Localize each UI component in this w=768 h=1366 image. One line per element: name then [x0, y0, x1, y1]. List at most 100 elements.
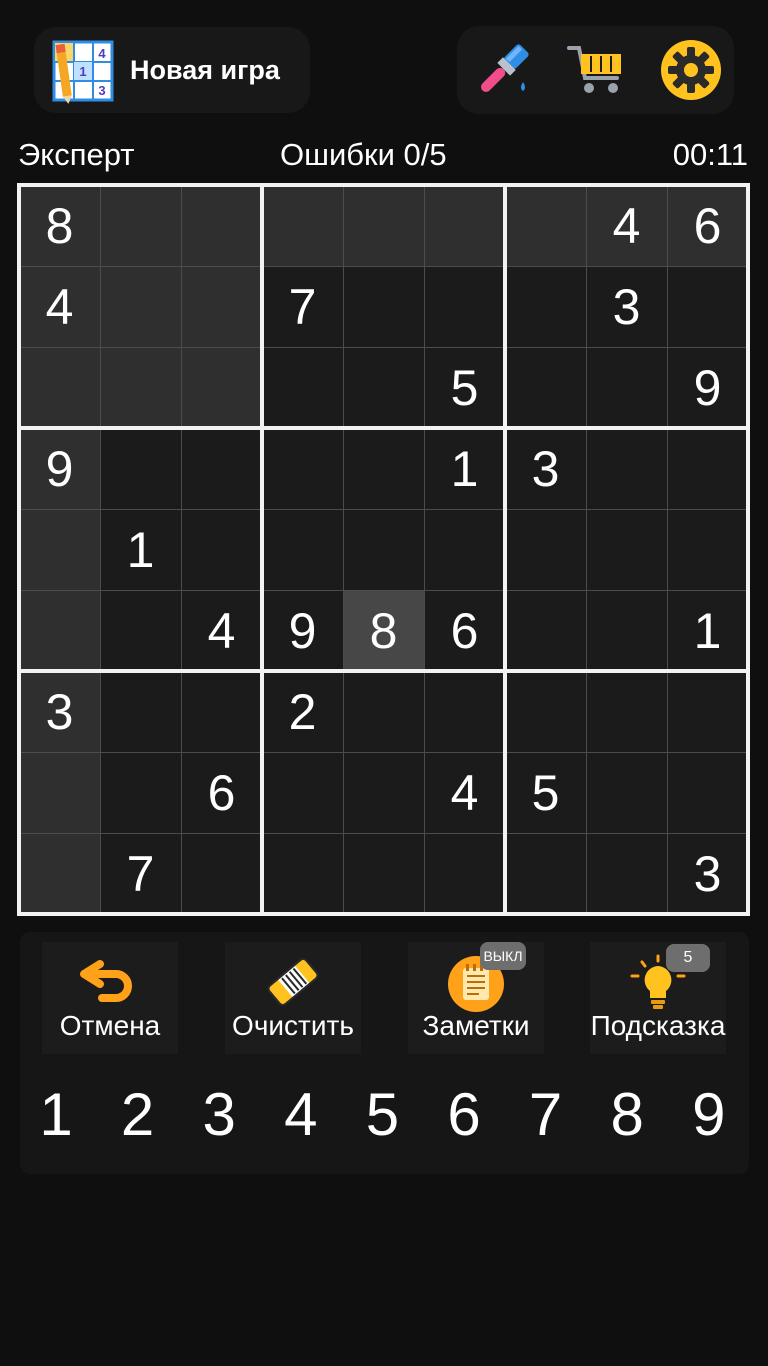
board-cell[interactable] [262, 428, 343, 509]
hint-button[interactable]: 5 Подсказка [590, 942, 726, 1054]
board-cell[interactable] [181, 347, 262, 428]
numpad-digit-1[interactable]: 1 [26, 1082, 86, 1148]
board-cell[interactable] [100, 590, 181, 671]
board-cell[interactable] [667, 509, 748, 590]
board-cell[interactable] [262, 347, 343, 428]
board-cell[interactable] [19, 590, 100, 671]
board-cell[interactable] [667, 671, 748, 752]
board-cell[interactable] [424, 671, 505, 752]
board-cell[interactable]: 4 [586, 185, 667, 266]
board-cell[interactable]: 9 [19, 428, 100, 509]
board-cell[interactable] [343, 833, 424, 914]
board-cell[interactable]: 3 [505, 428, 586, 509]
board-cell[interactable] [586, 347, 667, 428]
board-cell[interactable] [181, 509, 262, 590]
board-cell[interactable]: 3 [19, 671, 100, 752]
sudoku-board: 846473599131498613264573 [17, 183, 750, 916]
board-cell[interactable] [100, 347, 181, 428]
board-cell[interactable] [343, 266, 424, 347]
board-cell[interactable] [586, 509, 667, 590]
numpad-digit-6[interactable]: 6 [434, 1082, 494, 1148]
board-cell[interactable] [181, 185, 262, 266]
board-cell[interactable] [505, 671, 586, 752]
board-cell[interactable]: 4 [19, 266, 100, 347]
board-cell[interactable] [262, 833, 343, 914]
board-cell[interactable] [181, 833, 262, 914]
board-cell[interactable] [181, 671, 262, 752]
board-cell[interactable] [505, 347, 586, 428]
board-cell[interactable]: 9 [667, 347, 748, 428]
board-cell[interactable] [100, 671, 181, 752]
board-cell[interactable]: 7 [100, 833, 181, 914]
board-cell[interactable] [424, 185, 505, 266]
notes-button[interactable]: ВЫКЛ Заметки [408, 942, 544, 1054]
numpad-digit-5[interactable]: 5 [352, 1082, 412, 1148]
numpad-digit-7[interactable]: 7 [516, 1082, 576, 1148]
board-cell[interactable] [505, 590, 586, 671]
board-cell[interactable]: 1 [100, 509, 181, 590]
board-cell[interactable] [19, 752, 100, 833]
board-cell[interactable] [667, 266, 748, 347]
board-cell[interactable] [343, 509, 424, 590]
mistakes-counter: Ошибки 0/5 [280, 137, 447, 172]
shopping-cart-icon[interactable] [565, 38, 629, 102]
numpad-digit-2[interactable]: 2 [108, 1082, 168, 1148]
board-cell[interactable] [586, 428, 667, 509]
board-cell[interactable]: 5 [424, 347, 505, 428]
new-game-button[interactable]: 4 1 3 Новая игра [34, 27, 310, 113]
board-cell[interactable] [262, 509, 343, 590]
numpad-digit-4[interactable]: 4 [271, 1082, 331, 1148]
board-cell[interactable] [343, 428, 424, 509]
board-cell[interactable] [505, 509, 586, 590]
board-cell[interactable] [343, 185, 424, 266]
board-cell[interactable] [586, 752, 667, 833]
paintbrush-icon[interactable] [471, 38, 535, 102]
board-cell[interactable] [505, 266, 586, 347]
board-cell[interactable] [181, 266, 262, 347]
board-cell[interactable]: 7 [262, 266, 343, 347]
board-cell[interactable]: 6 [181, 752, 262, 833]
board-cell[interactable] [100, 428, 181, 509]
board-cell[interactable]: 5 [505, 752, 586, 833]
board-cell[interactable]: 1 [424, 428, 505, 509]
board-cell[interactable] [262, 185, 343, 266]
board-cell[interactable]: 8 [19, 185, 100, 266]
board-cell[interactable]: 3 [586, 266, 667, 347]
board-cell[interactable] [19, 347, 100, 428]
erase-button[interactable]: Очистить [225, 942, 361, 1054]
board-cell[interactable] [586, 590, 667, 671]
board-cell[interactable] [262, 752, 343, 833]
board-cell[interactable]: 6 [667, 185, 748, 266]
board-cell[interactable] [424, 509, 505, 590]
board-cell[interactable]: 3 [667, 833, 748, 914]
board-cell[interactable] [19, 509, 100, 590]
board-cell[interactable]: 2 [262, 671, 343, 752]
board-cell[interactable] [424, 833, 505, 914]
undo-button[interactable]: Отмена [42, 942, 178, 1054]
board-cell[interactable]: 9 [262, 590, 343, 671]
board-cell[interactable] [667, 752, 748, 833]
board-cell[interactable] [100, 266, 181, 347]
board-cell[interactable]: 6 [424, 590, 505, 671]
board-cell[interactable] [505, 185, 586, 266]
board-cell[interactable] [667, 428, 748, 509]
board-cell[interactable] [343, 347, 424, 428]
board-cell[interactable] [505, 833, 586, 914]
numpad-digit-9[interactable]: 9 [679, 1082, 739, 1148]
board-cell[interactable] [19, 833, 100, 914]
board-cell[interactable]: 1 [667, 590, 748, 671]
board-cell[interactable]: 4 [424, 752, 505, 833]
board-cell[interactable] [343, 671, 424, 752]
numpad-digit-3[interactable]: 3 [189, 1082, 249, 1148]
board-cell[interactable] [586, 833, 667, 914]
board-cell[interactable] [181, 428, 262, 509]
board-cell[interactable] [586, 671, 667, 752]
gear-icon[interactable] [659, 38, 723, 102]
board-cell[interactable] [100, 752, 181, 833]
board-cell[interactable] [100, 185, 181, 266]
board-cell[interactable]: 4 [181, 590, 262, 671]
board-cell[interactable]: 8 [343, 590, 424, 671]
board-cell[interactable] [343, 752, 424, 833]
board-cell[interactable] [424, 266, 505, 347]
numpad-digit-8[interactable]: 8 [597, 1082, 657, 1148]
